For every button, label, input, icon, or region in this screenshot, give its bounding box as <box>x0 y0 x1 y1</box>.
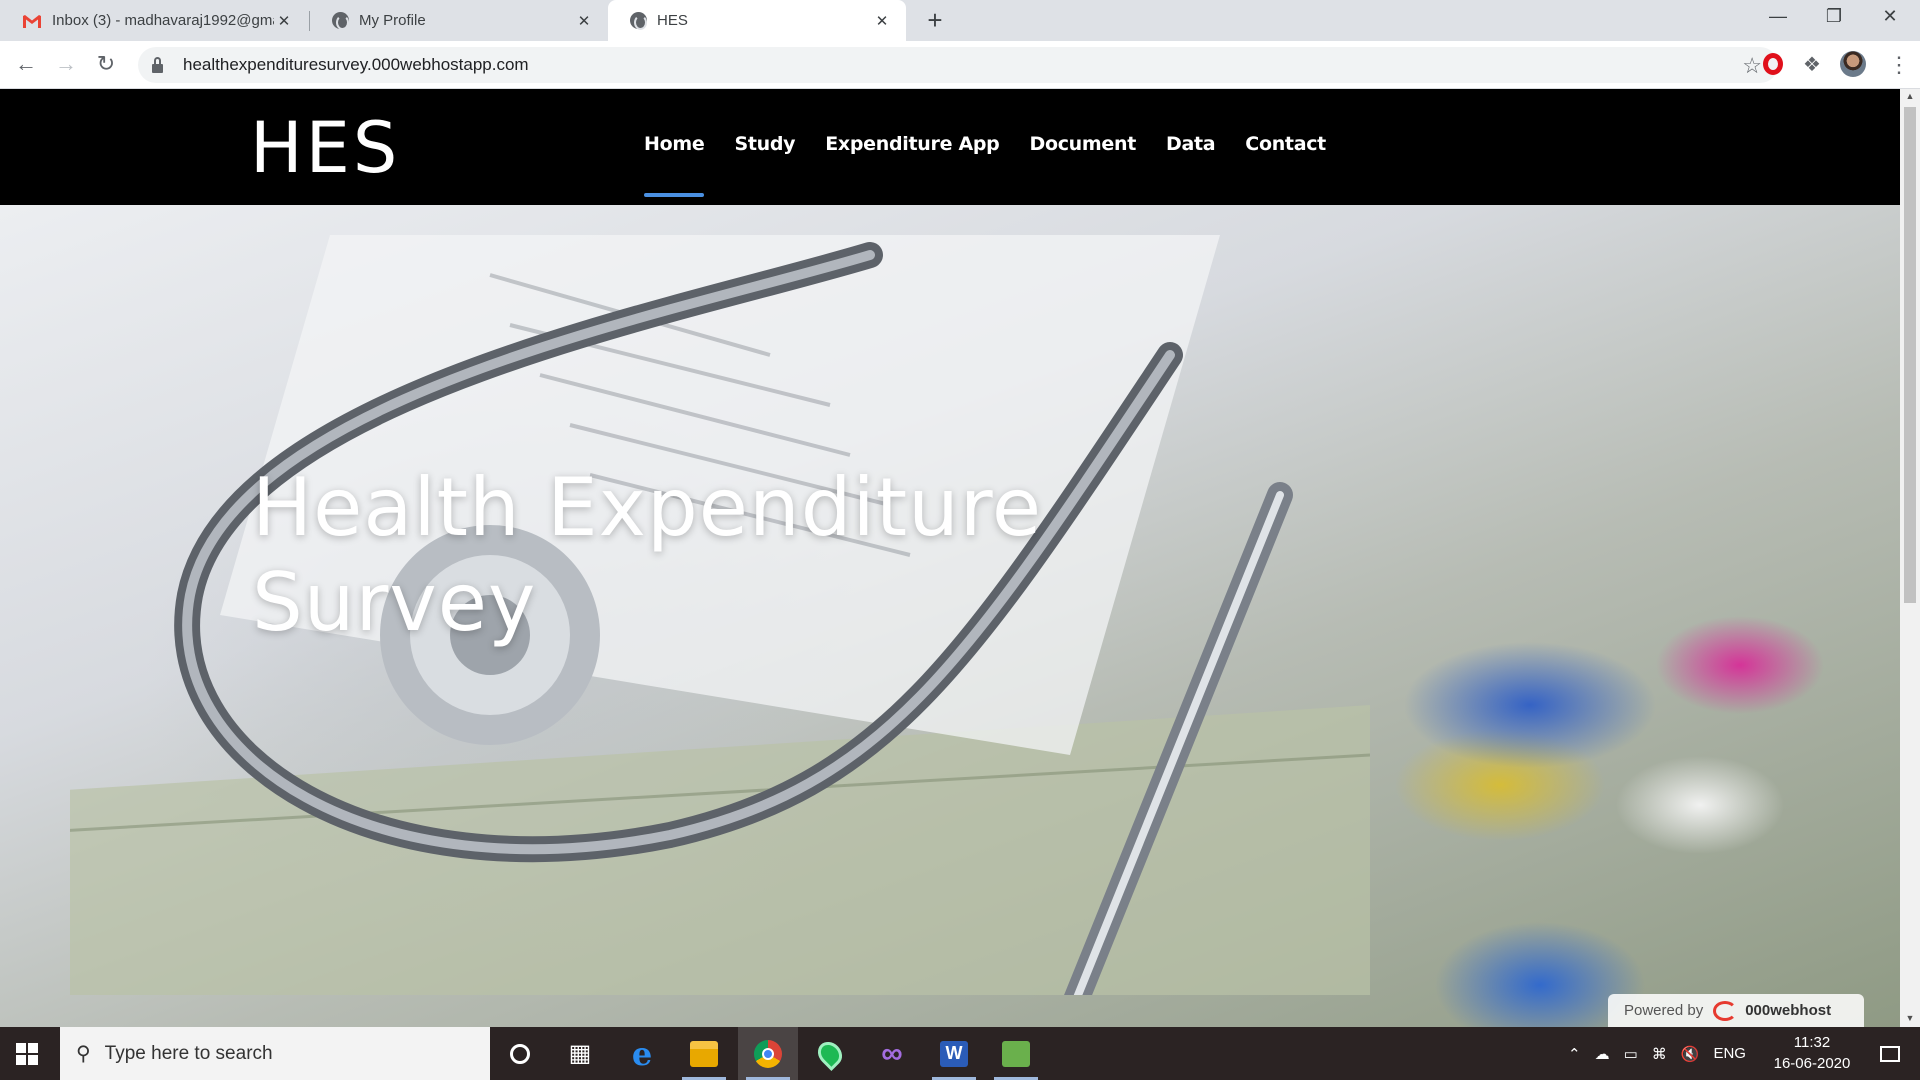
address-bar[interactable]: healthexpendituresurvey.000webhostapp.co… <box>138 47 1778 83</box>
restore-icon[interactable]: ❐ <box>1814 6 1854 34</box>
windows-start-icon[interactable] <box>16 1043 38 1065</box>
windows-taskbar: ⚲ Type here to search ▦ e ∞ W ⌃ ☁ ▭ ⌘ 🔇 … <box>0 1027 1920 1080</box>
tab-close-icon[interactable]: ✕ <box>574 11 594 31</box>
system-clock[interactable]: 11:32 16-06-2020 <box>1770 1032 1854 1074</box>
globe-icon <box>332 12 349 30</box>
visual-studio-icon[interactable]: ∞ <box>862 1027 922 1080</box>
task-view-icon[interactable]: ▦ <box>550 1027 610 1080</box>
avatar[interactable] <box>1840 51 1866 77</box>
system-tray: ⌃ ☁ ▭ ⌘ 🔇 ENG <box>1568 1027 1746 1080</box>
chevron-up-icon[interactable]: ⌃ <box>1568 1045 1581 1063</box>
back-arrow-icon[interactable]: ← <box>12 51 40 79</box>
powered-by-badge[interactable]: Powered by 000webhost <box>1608 994 1864 1027</box>
page-scrollbar[interactable]: ▲ ▼ <box>1900 89 1920 1027</box>
main-nav: Home Study Expenditure App Document Data… <box>644 133 1356 197</box>
tab-close-icon[interactable]: ✕ <box>274 11 294 31</box>
extensions-puzzle-icon[interactable]: ❖ <box>1799 51 1825 77</box>
powered-by-prefix: Powered by <box>1624 1002 1704 1019</box>
file-explorer-icon[interactable] <box>674 1027 734 1080</box>
tab-title: My Profile <box>359 12 426 29</box>
search-icon: ⚲ <box>76 1043 91 1065</box>
reload-icon[interactable]: ↻ <box>92 51 120 79</box>
wifi-icon[interactable]: ⌘ <box>1652 1045 1667 1063</box>
opera-vpn-icon[interactable] <box>1760 51 1786 77</box>
hero-title: Health Expenditure Survey <box>252 460 1152 650</box>
gmail-icon <box>23 14 41 28</box>
lock-icon[interactable] <box>152 56 163 73</box>
nav-expenditure-app[interactable]: Expenditure App <box>825 133 1000 155</box>
edge-icon[interactable]: e <box>612 1027 672 1080</box>
hero-title-line-1: Health Expenditure <box>252 461 1043 554</box>
site-logo[interactable]: HES <box>250 107 400 189</box>
nav-home[interactable]: Home <box>644 133 705 197</box>
cortana-icon[interactable] <box>490 1027 550 1080</box>
search-placeholder[interactable]: Type here to search <box>105 1043 273 1065</box>
language-indicator[interactable]: ENG <box>1713 1045 1746 1062</box>
nav-contact[interactable]: Contact <box>1245 133 1326 155</box>
scroll-down-icon[interactable]: ▼ <box>1905 1013 1915 1023</box>
forward-arrow-icon[interactable]: → <box>52 51 80 79</box>
tab-my-profile[interactable]: My Profile ✕ <box>310 0 608 41</box>
tab-close-icon[interactable]: ✕ <box>872 11 892 31</box>
window-close-icon[interactable]: ✕ <box>1870 6 1910 34</box>
cloud-icon[interactable]: ☁ <box>1595 1045 1610 1063</box>
nav-study[interactable]: Study <box>734 133 795 155</box>
kebab-menu-icon[interactable]: ⋮ <box>1888 52 1910 78</box>
powered-by-brand: 000webhost <box>1745 1002 1832 1019</box>
battery-icon[interactable]: ▭ <box>1624 1045 1638 1063</box>
taskbar-search[interactable]: ⚲ Type here to search <box>60 1027 490 1080</box>
tab-gmail-inbox[interactable]: Inbox (3) - madhavaraj1992@gmail.com ✕ <box>0 0 308 41</box>
url-text[interactable]: healthexpendituresurvey.000webhostapp.co… <box>183 55 529 75</box>
tab-title: HES <box>657 12 688 29</box>
app-icon[interactable] <box>986 1027 1046 1080</box>
chrome-icon[interactable] <box>738 1027 798 1080</box>
tab-hes[interactable]: HES ✕ <box>608 0 906 41</box>
minimize-icon[interactable]: — <box>1758 6 1798 34</box>
hero-banner: Health Expenditure Survey <box>0 205 1900 1027</box>
notification-icon[interactable] <box>1860 1027 1920 1080</box>
tab-title: Inbox (3) - madhavaraj1992@gmail.com <box>52 12 274 29</box>
clock-date: 16-06-2020 <box>1773 1055 1851 1072</box>
nav-data[interactable]: Data <box>1166 133 1216 155</box>
browser-tab-strip: Inbox (3) - madhavaraj1992@gmail.com ✕ M… <box>0 0 1920 41</box>
nav-document[interactable]: Document <box>1029 133 1136 155</box>
browser-toolbar: ← → ↻ healthexpendituresurvey.000webhost… <box>0 41 1920 89</box>
scroll-thumb[interactable] <box>1904 107 1916 603</box>
maps-icon[interactable] <box>800 1027 860 1080</box>
clock-time: 11:32 <box>1793 1034 1831 1051</box>
new-tab-button[interactable]: + <box>922 7 948 34</box>
webhost-logo-icon <box>1713 1000 1738 1021</box>
word-icon[interactable]: W <box>924 1027 984 1080</box>
globe-icon <box>630 12 647 30</box>
web-page: HES Home Study Expenditure App Document … <box>0 89 1900 1027</box>
volume-muted-icon[interactable]: 🔇 <box>1681 1045 1700 1063</box>
site-header: HES Home Study Expenditure App Document … <box>0 89 1900 205</box>
scroll-up-icon[interactable]: ▲ <box>1905 91 1915 101</box>
hero-title-line-2: Survey <box>252 556 537 649</box>
